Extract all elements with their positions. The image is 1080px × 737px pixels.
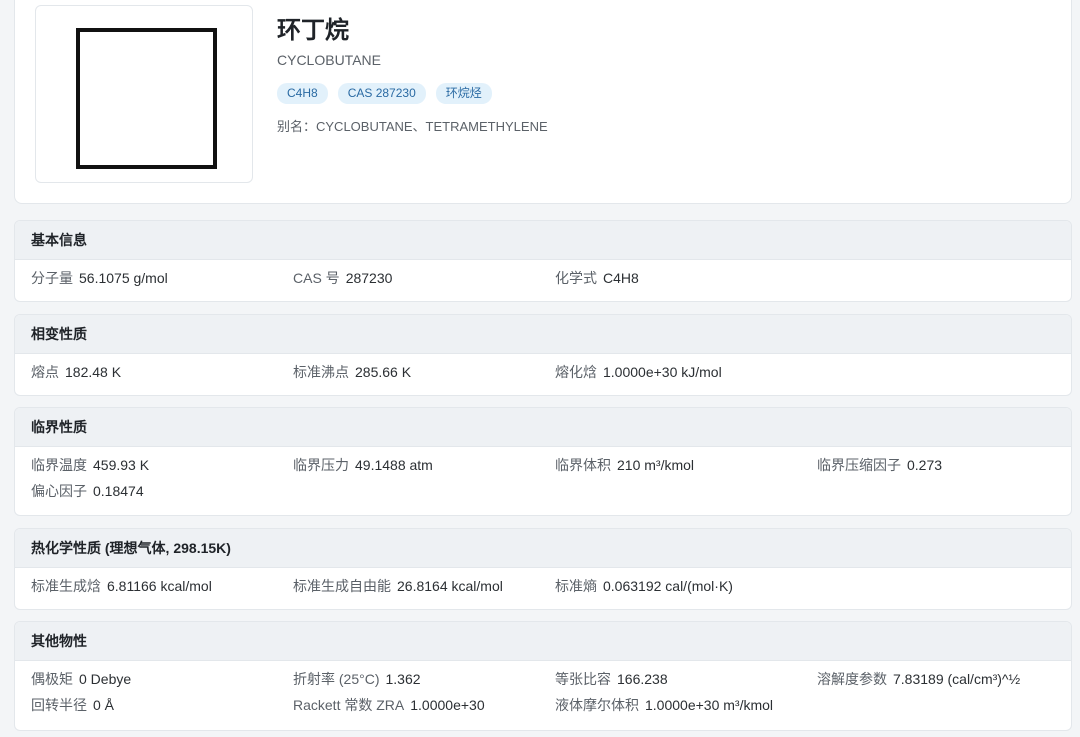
cas-tag: CAS 287230	[337, 83, 426, 104]
formula-tag: C4H8	[277, 83, 328, 104]
section-title: 热化学性质 (理想气体, 298.15K)	[15, 529, 1071, 568]
prop-standard-entropy: 标准熵 0.063192 cal/(mol·K)	[555, 578, 733, 594]
class-tag: 环烷烃	[435, 83, 492, 104]
section-title: 其他物性	[15, 622, 1071, 661]
prop-enthalpy-formation: 标准生成焓 6.81166 kcal/mol	[31, 578, 212, 594]
prop-solubility-parameter: 溶解度参数 7.83189 (cal/cm³)^½	[817, 671, 1021, 687]
compound-header-card: 环丁烷 CYCLOBUTANE C4H8 CAS 287230 环烷烃 别名：C…	[14, 0, 1072, 204]
section-basic-info: 基本信息 分子量 56.1075 g/mol CAS 号 287230 化学式 C4H…	[14, 220, 1072, 302]
prop-dipole-moment: 偶极矩 0 Debye	[31, 671, 132, 687]
compound-name: 环丁烷	[277, 17, 349, 44]
prop-cas-number: CAS 号 287230	[293, 270, 393, 286]
compound-tags: C4H8 CAS 287230 环烷烃	[277, 83, 492, 104]
cyclobutane-structure-drawing	[76, 28, 217, 169]
prop-melting-point: 熔点 182.48 K	[31, 364, 122, 380]
section-thermochemical: 热化学性质 (理想气体, 298.15K) 标准生成焓 6.81166 kcal/…	[14, 528, 1072, 610]
prop-enthalpy-fusion: 熔化焓 1.0000e+30 kJ/mol	[555, 364, 722, 380]
compound-aliases: 别名：CYCLOBUTANE、TETRAMETHYLENE	[277, 119, 548, 134]
prop-liquid-molar-volume: 液体摩尔体积 1.0000e+30 m³/kmol	[555, 697, 774, 713]
section-critical-properties: 临界性质 临界温度 459.93 K 临界压力 49.1488 atm 临界体积 21…	[14, 407, 1072, 516]
section-title: 相变性质	[15, 315, 1071, 354]
prop-refractive-index: 折射率 (25°C) 1.362	[293, 671, 421, 687]
prop-parachor: 等张比容 166.238	[555, 671, 668, 687]
prop-rackett-zra: Rackett 常数 ZRA 1.0000e+30	[293, 697, 485, 713]
compound-english-name: CYCLOBUTANE	[277, 52, 381, 68]
prop-boiling-point: 标准沸点 285.66 K	[293, 364, 412, 380]
section-title: 临界性质	[15, 408, 1071, 447]
prop-critical-compressibility: 临界压缩因子 0.273	[817, 457, 943, 473]
section-title: 基本信息	[15, 221, 1071, 260]
prop-radius-gyration: 回转半径 0 Å	[31, 697, 115, 713]
section-phase-change: 相变性质 熔点 182.48 K 标准沸点 285.66 K 熔化焓 1.0000e+…	[14, 314, 1072, 396]
section-other-properties: 其他物性 偶极矩 0 Debye 折射率 (25°C) 1.362 等张比容 166.…	[14, 621, 1072, 731]
prop-gibbs-formation: 标准生成自由能 26.8164 kcal/mol	[293, 578, 503, 594]
prop-critical-temperature: 临界温度 459.93 K	[31, 457, 150, 473]
prop-acentric-factor: 偏心因子 0.18474	[31, 483, 144, 499]
prop-molecular-weight: 分子量 56.1075 g/mol	[31, 270, 168, 286]
prop-critical-pressure: 临界压力 49.1488 atm	[293, 457, 433, 473]
prop-critical-volume: 临界体积 210 m³/kmol	[555, 457, 695, 473]
structure-image	[35, 5, 253, 183]
prop-formula: 化学式 C4H8	[555, 270, 639, 286]
